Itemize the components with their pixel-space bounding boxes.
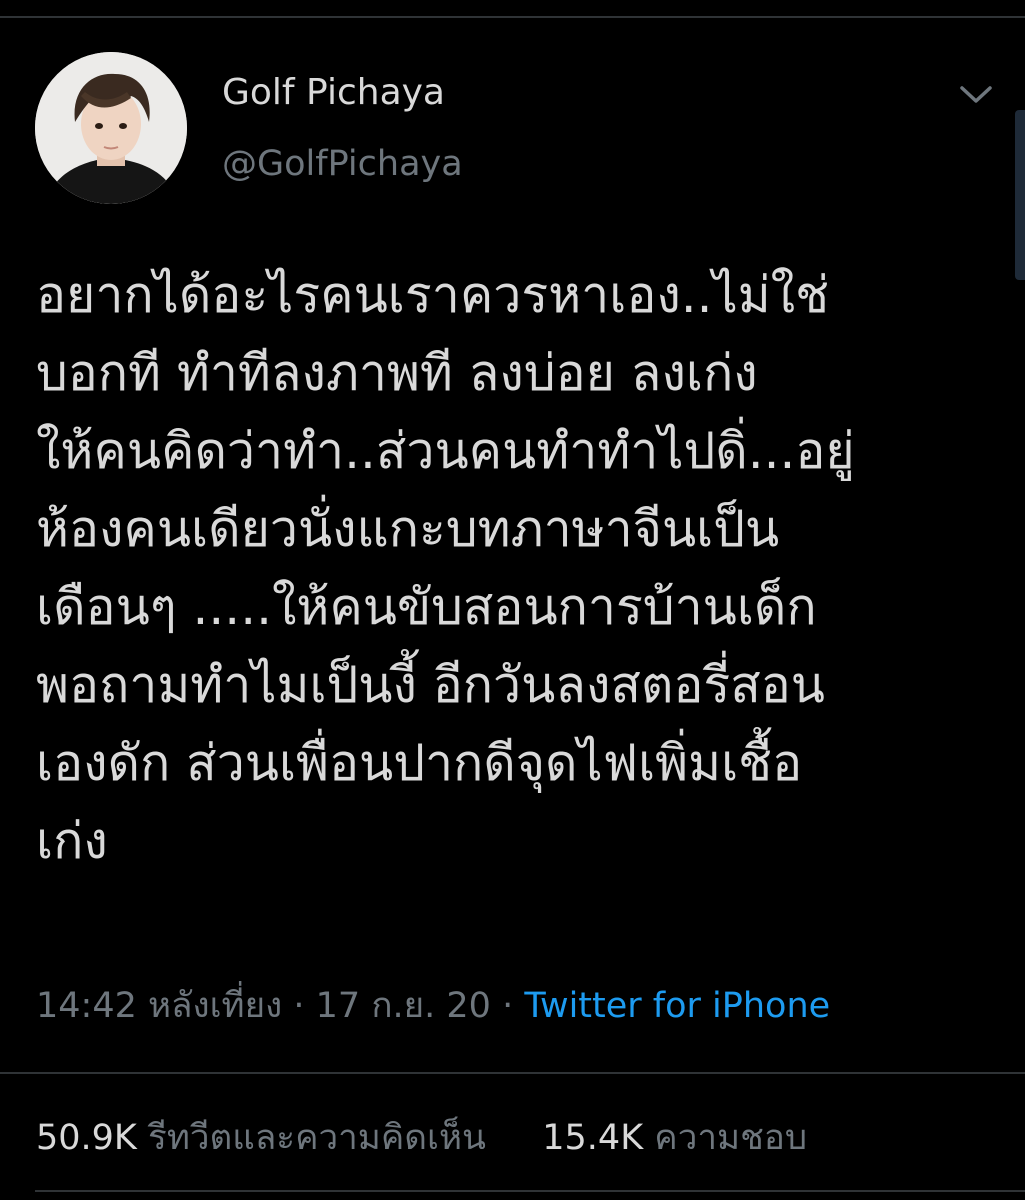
tweet-metadata: 14:42 หลังเที่ยง · 17 ก.ย. 20 · Twitter … [36, 978, 830, 1033]
tweet-stats: 50.9K รีทวีตและความคิดเห็น 15.4K ความชอบ [36, 1110, 807, 1165]
tweet-line: เองดัก ส่วนเพื่อนปากดีจุดไฟเพิ่มเชื้อ [36, 734, 803, 792]
likes-count: 15.4K [542, 1118, 644, 1158]
top-divider [0, 16, 1025, 18]
tweet-line: เก่ง [36, 812, 108, 870]
tweet-line: อยากได้อะไรคนเราควรหาเอง..ไม่ใช่ [36, 266, 830, 324]
scrollbar-thumb[interactable] [1015, 110, 1025, 280]
likes-label: ความชอบ [654, 1118, 808, 1158]
tweet-line: ให้คนคิดว่าทำ..ส่วนคนทำทำไปดิ่...อยู่ [36, 422, 855, 480]
tweet-line: พอถามทำไมเป็นงี้ อีกวันลงสตอรี่สอน [36, 656, 825, 714]
tweet-source-link[interactable]: Twitter for iPhone [524, 986, 830, 1026]
tweet-line: เดือนๆ .....ให้คนขับสอนการบ้านเด็ก [36, 578, 817, 636]
divider [0, 1072, 1025, 1074]
chevron-down-icon [960, 86, 992, 103]
user-handle[interactable]: @GolfPichaya [222, 144, 463, 184]
tweet-line: ห้องคนเดียวนั่งแกะบทภาษาจีนเป็น [36, 500, 780, 558]
retweets-label: รีทวีตและความคิดเห็น [148, 1118, 486, 1158]
likes-stat[interactable]: 15.4K ความชอบ [531, 1118, 807, 1158]
more-options-button[interactable] [950, 78, 1002, 112]
tweet-text: อยากได้อะไรคนเราควรหาเอง..ไม่ใช่ บอกที ท… [36, 256, 996, 880]
meta-separator: · [502, 986, 514, 1026]
retweets-count: 50.9K [36, 1118, 137, 1158]
avatar[interactable] [35, 52, 187, 204]
display-name[interactable]: Golf Pichaya [222, 72, 445, 113]
tweet-line: บอกที ทำทีลงภาพที ลงบ่อย ลงเก่ง [36, 344, 758, 402]
divider [35, 1190, 1025, 1192]
profile-photo-icon [35, 52, 187, 204]
meta-separator: · [293, 986, 305, 1026]
retweets-stat[interactable]: 50.9K รีทวีตและความคิดเห็น [36, 1118, 497, 1158]
tweet-time[interactable]: 14:42 หลังเที่ยง [36, 986, 282, 1026]
tweet-date[interactable]: 17 ก.ย. 20 [316, 986, 491, 1026]
